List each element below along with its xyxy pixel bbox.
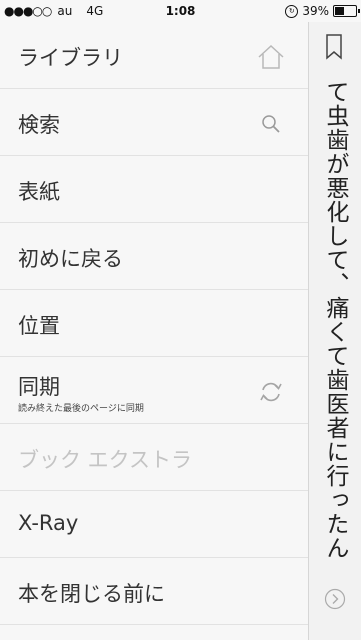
chevron-right-icon[interactable] xyxy=(324,588,346,610)
menu-item-sublabel: 読み終えた最後のページに同期 xyxy=(18,404,144,414)
menu-item-location[interactable]: 位置 xyxy=(0,290,308,357)
menu-item-label: 表紙 xyxy=(18,180,60,204)
menu-item-label: 初めに戻る xyxy=(18,247,123,271)
bookmark-icon[interactable] xyxy=(325,34,343,60)
navigation-drawer: ライブラリ 検索 表紙 初めに戻る 位置 同期 読み終えた最後のページに同期 ブ… xyxy=(0,22,309,640)
rotation-lock-icon: ↻ xyxy=(285,4,299,18)
menu-item-cover[interactable]: 表紙 xyxy=(0,156,308,223)
search-icon xyxy=(262,115,280,133)
menu-item-label: X-Ray xyxy=(18,511,79,535)
menu-item-library[interactable]: ライブラリ xyxy=(0,22,308,89)
menu-item-label: 位置 xyxy=(18,314,60,338)
menu-item-book-extras: ブック エクストラ xyxy=(0,424,308,491)
battery-icon xyxy=(333,5,360,17)
home-icon xyxy=(258,44,284,69)
menu-item-label: 検索 xyxy=(18,113,60,137)
status-bar: ●●●○○ au 4G 1:08 ↻ 39% xyxy=(0,0,361,22)
menu-item-before-you-go[interactable]: 本を閉じる前に xyxy=(0,558,308,625)
book-page[interactable]: て虫歯が悪化して、痛くて歯医者に行ったんですよ xyxy=(308,22,361,640)
battery-percent: 39% xyxy=(302,4,329,18)
menu-item-x-ray[interactable]: X-Ray xyxy=(0,491,308,558)
status-right: ↻ 39% xyxy=(285,0,360,22)
book-text: て虫歯が悪化して、痛くて歯医者に行ったんですよ xyxy=(322,80,348,560)
menu-item-label: 本を閉じる前に xyxy=(18,582,165,606)
sync-icon xyxy=(260,382,282,402)
menu-item-label: ライブラリ xyxy=(18,46,123,70)
menu-item-search[interactable]: 検索 xyxy=(0,89,308,156)
menu-item-sync[interactable]: 同期 読み終えた最後のページに同期 xyxy=(0,357,308,424)
menu-item-label: 同期 xyxy=(18,375,60,399)
menu-item-go-to-beginning[interactable]: 初めに戻る xyxy=(0,223,308,290)
menu-item-label: ブック エクストラ xyxy=(18,448,193,472)
